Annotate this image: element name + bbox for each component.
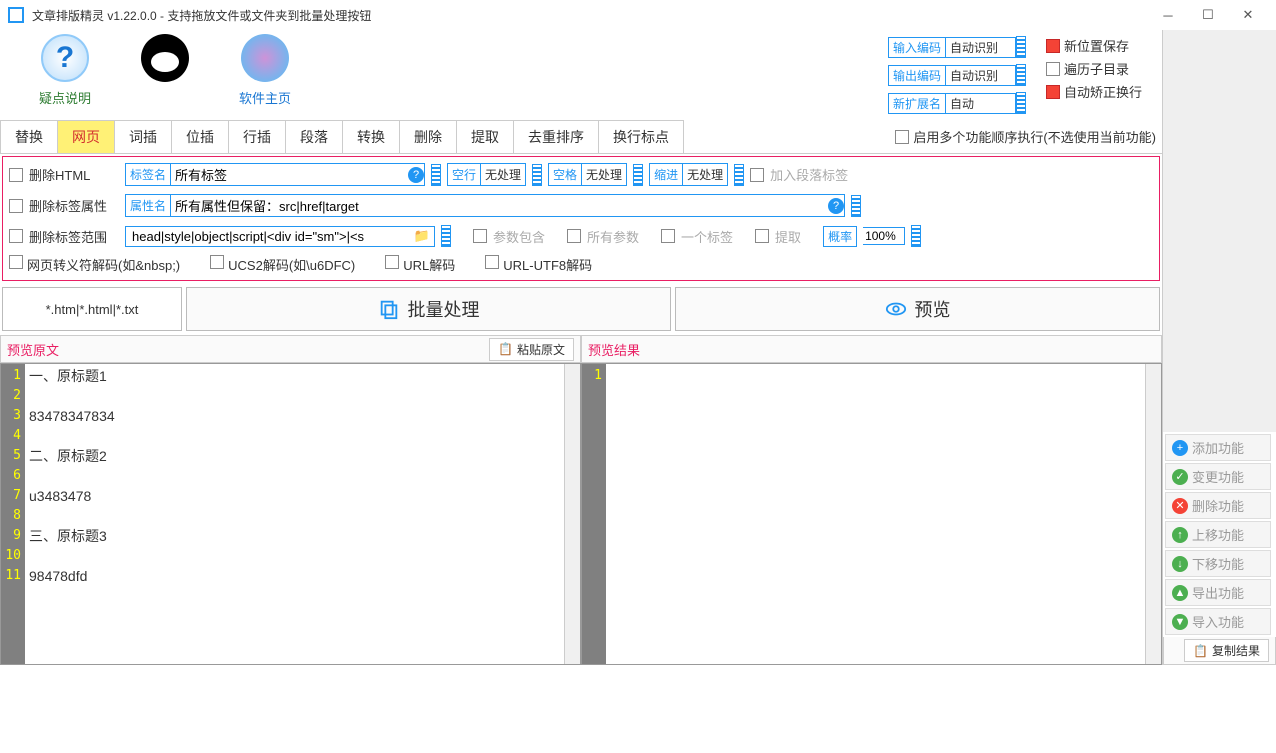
- tab-word-insert[interactable]: 词插: [114, 120, 172, 153]
- penguin-icon: [141, 34, 189, 82]
- tab-line-insert[interactable]: 行插: [228, 120, 286, 153]
- arrow-up-icon: ↑: [1172, 527, 1188, 543]
- source-editor[interactable]: 1234567891011 一、原标题1 83478347834 二、原标题2 …: [0, 363, 581, 665]
- eye-icon: [885, 298, 907, 320]
- checkbox[interactable]: [1046, 62, 1060, 76]
- import-icon: ▼: [1172, 614, 1188, 630]
- web-options-panel: 删除HTML 标签名 ? 空行无处理 空格无处理 缩进无处理 加入段落标签 删除…: [2, 156, 1160, 281]
- range-field[interactable]: 📁: [125, 226, 435, 247]
- scrollbar[interactable]: [1145, 364, 1161, 664]
- close-button[interactable]: ✕: [1228, 1, 1268, 29]
- homepage-button[interactable]: 软件主页: [220, 34, 310, 107]
- dropdown-icon[interactable]: [1016, 92, 1026, 114]
- import-func-button[interactable]: ▼导入功能: [1165, 608, 1271, 635]
- source-text[interactable]: 一、原标题1 83478347834 二、原标题2 u3483478 三、原标题…: [25, 364, 564, 664]
- batch-button[interactable]: 批量处理: [186, 287, 671, 331]
- copy-icon: [378, 298, 400, 320]
- tab-bar: 替换 网页 词插 位插 行插 段落 转换 删除 提取 去重排序 换行标点 启用多…: [0, 120, 1162, 154]
- tab-pos-insert[interactable]: 位插: [171, 120, 229, 153]
- checkbox-del-attr[interactable]: [9, 199, 23, 213]
- file-filter-input[interactable]: *.htm|*.html|*.txt: [2, 287, 182, 331]
- export-func-button[interactable]: ▲导出功能: [1165, 579, 1271, 606]
- copy-result-button[interactable]: 📋复制结果: [1184, 639, 1269, 662]
- plus-icon: +: [1172, 440, 1188, 456]
- tab-extract[interactable]: 提取: [456, 120, 514, 153]
- tab-convert[interactable]: 转换: [342, 120, 400, 153]
- checkbox[interactable]: [895, 130, 909, 144]
- result-text[interactable]: [606, 364, 1145, 664]
- checkbox[interactable]: [750, 168, 764, 182]
- copy-icon: 📋: [1193, 644, 1208, 658]
- input-encoding[interactable]: 输入编码 自动识别: [888, 34, 1026, 60]
- line-gutter: 1: [582, 364, 606, 664]
- titlebar: 文章排版精灵 v1.22.0.0 - 支持拖放文件或文件夹到批量处理按钮 ─ ☐…: [0, 0, 1276, 30]
- dropdown-icon[interactable]: [1016, 36, 1026, 58]
- help-label: 疑点说明: [39, 88, 91, 107]
- checkbox[interactable]: [1046, 39, 1060, 53]
- space-combo[interactable]: 空格无处理: [548, 163, 627, 186]
- tab-delete[interactable]: 删除: [399, 120, 457, 153]
- tab-web[interactable]: 网页: [57, 120, 115, 153]
- checkbox[interactable]: [1046, 85, 1060, 99]
- folder-icon[interactable]: 📁: [410, 228, 434, 244]
- window-title: 文章排版精灵 v1.22.0.0 - 支持拖放文件或文件夹到批量处理按钮: [32, 7, 1148, 24]
- result-bar: 预览结果: [581, 335, 1162, 363]
- app-icon: [8, 7, 24, 23]
- add-func-button[interactable]: +添加功能: [1165, 434, 1271, 461]
- function-panel: +添加功能 ✓变更功能 ✕删除功能 ↑上移功能 ↓下移功能 ▲导出功能 ▼导入功…: [1162, 30, 1276, 665]
- qq-button[interactable]: [120, 34, 210, 103]
- tag-name-field[interactable]: 标签名 ?: [125, 163, 425, 186]
- scrollbar[interactable]: [564, 364, 580, 664]
- result-editor[interactable]: 1: [581, 363, 1162, 665]
- dropdown-icon[interactable]: [1016, 64, 1026, 86]
- source-bar: 预览原文 📋粘贴原文: [0, 335, 581, 363]
- arrow-down-icon: ↓: [1172, 556, 1188, 572]
- delete-func-button[interactable]: ✕删除功能: [1165, 492, 1271, 519]
- new-extension[interactable]: 新扩展名 自动: [888, 90, 1026, 116]
- attr-name-field[interactable]: 属性名 ?: [125, 194, 845, 217]
- help-icon[interactable]: ?: [828, 198, 844, 214]
- line-gutter: 1234567891011: [1, 364, 25, 664]
- checkbox-del-range[interactable]: [9, 229, 23, 243]
- paste-icon: 📋: [498, 342, 513, 356]
- help-button[interactable]: ? 疑点说明: [20, 34, 110, 107]
- tab-paragraph[interactable]: 段落: [285, 120, 343, 153]
- export-icon: ▲: [1172, 585, 1188, 601]
- tab-linebreak[interactable]: 换行标点: [598, 120, 684, 153]
- maximize-button[interactable]: ☐: [1188, 1, 1228, 29]
- change-func-button[interactable]: ✓变更功能: [1165, 463, 1271, 490]
- help-icon[interactable]: ?: [408, 167, 424, 183]
- probability-input[interactable]: [863, 227, 905, 245]
- down-func-button[interactable]: ↓下移功能: [1165, 550, 1271, 577]
- top-toolbar: ? 疑点说明 软件主页 输入编码 自动识别 输出编码 自动识别 新扩展名 自动: [0, 30, 1162, 120]
- check-icon: ✓: [1172, 469, 1188, 485]
- globe-icon: [241, 34, 289, 82]
- home-label: 软件主页: [239, 88, 291, 107]
- minimize-button[interactable]: ─: [1148, 1, 1188, 29]
- tab-dedup[interactable]: 去重排序: [513, 120, 599, 153]
- up-func-button[interactable]: ↑上移功能: [1165, 521, 1271, 548]
- tab-replace[interactable]: 替换: [0, 120, 58, 153]
- paste-button[interactable]: 📋粘贴原文: [489, 338, 574, 361]
- checkbox-del-html[interactable]: [9, 168, 23, 182]
- blankline-combo[interactable]: 空行无处理: [447, 163, 526, 186]
- x-icon: ✕: [1172, 498, 1188, 514]
- preview-button[interactable]: 预览: [675, 287, 1160, 331]
- output-encoding[interactable]: 输出编码 自动识别: [888, 62, 1026, 88]
- indent-combo[interactable]: 缩进无处理: [649, 163, 728, 186]
- question-icon: ?: [41, 34, 89, 82]
